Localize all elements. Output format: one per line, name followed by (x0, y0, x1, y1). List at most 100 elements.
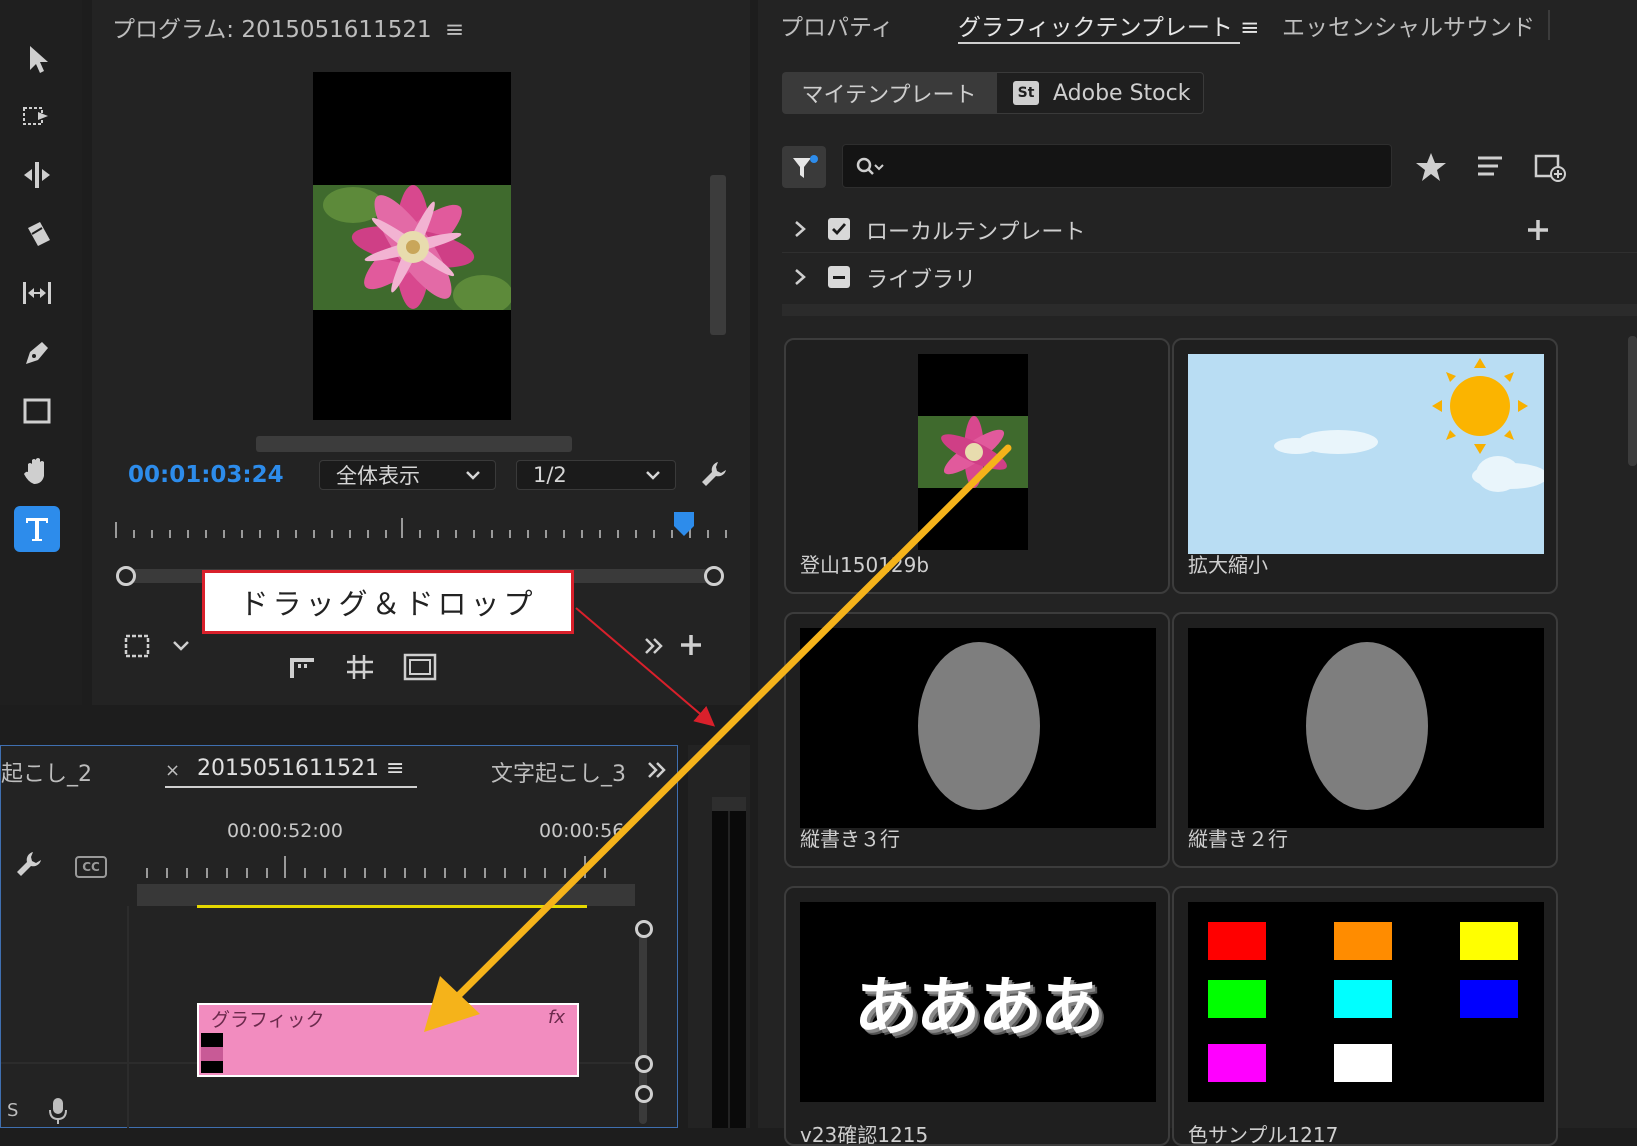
zoom-level-select[interactable]: 全体表示 (319, 460, 496, 490)
pen-tool-icon[interactable] (14, 330, 60, 376)
template-tile[interactable]: ああああ v23確認1215 (784, 886, 1170, 1146)
razor-tool-icon[interactable] (14, 212, 60, 258)
checkbox-checked[interactable] (828, 218, 850, 240)
chevron-right-icon[interactable] (790, 266, 810, 288)
more-tabs-icon[interactable] (645, 758, 669, 782)
oval-shape (918, 642, 1040, 810)
panel-menu-icon[interactable]: ≡ (445, 17, 464, 43)
adobe-stock-icon: St (1013, 81, 1039, 105)
template-tile[interactable]: 縦書き３行 (784, 612, 1170, 868)
color-swatch (1208, 980, 1266, 1018)
track-header-divider (127, 906, 129, 1128)
audio-meters-panel (688, 745, 750, 1128)
monitor-time-ruler[interactable] (112, 510, 732, 544)
track-select-tool-icon[interactable] (14, 94, 60, 140)
star-icon[interactable] (1414, 150, 1448, 184)
adobe-stock-toggle[interactable]: St Adobe Stock (996, 72, 1204, 114)
hand-tool-icon[interactable] (14, 448, 60, 494)
tab-properties[interactable]: プロパティ (780, 8, 894, 42)
grid-guides-icon[interactable] (344, 652, 376, 682)
funnel-icon (793, 155, 818, 178)
ripple-edit-tool-icon[interactable] (14, 152, 60, 198)
search-input[interactable] (842, 144, 1392, 188)
list-view-icon[interactable] (1474, 152, 1506, 182)
type-tool-icon[interactable] (14, 506, 60, 552)
close-tab-icon[interactable]: × (165, 760, 180, 781)
folder-row-library[interactable]: ライブラリ (782, 254, 1637, 300)
program-video-frame[interactable] (313, 72, 511, 420)
template-tile[interactable]: 拡大縮小 (1172, 338, 1558, 594)
work-area-bar[interactable] (137, 884, 635, 906)
folder-label: ライブラリ (866, 268, 977, 293)
templates-scrollbar[interactable] (1628, 336, 1637, 466)
timeline-panel: 起こし_2 × 2015051611521 ≡ 文字起こし_3 00:00:52… (0, 745, 678, 1128)
color-swatch (1208, 922, 1266, 960)
tab-sequence-left[interactable]: 起こし_2 (1, 756, 92, 788)
template-thumbnail (1188, 902, 1544, 1102)
settings-wrench-icon[interactable] (698, 458, 730, 490)
scroll-handle-top[interactable] (635, 920, 653, 938)
template-label: v23確認1215 (800, 1123, 929, 1146)
zoom-bar-right-handle[interactable] (704, 566, 724, 586)
rectangle-tool-icon[interactable] (14, 388, 60, 434)
playhead-timecode[interactable]: 00:01:03:24 (128, 462, 284, 488)
template-thumbnail (918, 354, 1028, 550)
template-label: 拡大縮小 (1188, 553, 1268, 577)
checkbox-indeterminate[interactable] (828, 266, 850, 288)
tab-sequence-right[interactable]: 文字起こし_3 (491, 756, 631, 788)
tab-sequence-active[interactable]: 2015051611521 ≡ (197, 756, 404, 781)
more-buttons-icon[interactable] (642, 634, 666, 658)
folder-row-local[interactable]: ローカルテンプレート (782, 206, 1637, 253)
flower-image (313, 185, 511, 310)
chevron-right-icon[interactable] (790, 218, 810, 240)
audio-meter-right (730, 797, 746, 1128)
my-templates-toggle[interactable]: マイテンプレート (782, 72, 996, 114)
new-bin-icon[interactable] (1532, 150, 1566, 184)
export-frame-icon[interactable] (402, 652, 438, 682)
template-label: 色サンプル1217 (1188, 1123, 1339, 1146)
clip-thumbnail (201, 1033, 223, 1073)
drag-drop-callout: ドラッグ＆ドロップ (202, 570, 574, 634)
selection-tool-icon[interactable] (14, 36, 60, 82)
captions-cc-icon[interactable]: CC (75, 856, 107, 878)
ruler-timecode: 00:00:52:00 (227, 820, 343, 842)
color-swatch (1334, 1044, 1392, 1082)
template-tile[interactable]: 登山150129b (784, 338, 1170, 594)
fx-badge[interactable]: fx (548, 1007, 565, 1028)
tab-essential-sound[interactable]: エッセンシャルサウンド (1282, 8, 1535, 42)
active-tab-underline (958, 42, 1240, 44)
color-swatch (1460, 980, 1518, 1018)
template-label: 縦書き３行 (800, 827, 900, 851)
filter-button[interactable] (782, 146, 826, 188)
section-divider (782, 304, 1637, 316)
scroll-handle-bottom[interactable] (635, 1085, 653, 1103)
safe-margins-icon[interactable] (122, 632, 152, 660)
button-editor-plus-icon[interactable] (678, 632, 704, 658)
template-tile[interactable]: 色サンプル1217 (1172, 886, 1558, 1146)
zoom-bar-left-handle[interactable] (116, 566, 136, 586)
timeline-time-ruler[interactable] (137, 852, 633, 882)
slip-tool-icon[interactable] (14, 270, 60, 316)
scroll-handle-mid[interactable] (635, 1055, 653, 1073)
monitor-horizontal-scrollbar[interactable] (256, 436, 572, 452)
lift-icon[interactable] (286, 652, 318, 682)
search-field[interactable] (891, 151, 1375, 181)
add-folder-plus-icon[interactable] (1526, 218, 1550, 242)
template-thumbnail (800, 628, 1156, 828)
timeline-settings-wrench-icon[interactable] (13, 848, 45, 880)
microphone-icon[interactable] (47, 1096, 69, 1126)
search-icon (856, 157, 884, 175)
monitor-vertical-scrollbar[interactable] (710, 175, 726, 335)
color-swatch (1460, 922, 1518, 960)
chevron-down-icon (646, 471, 660, 480)
oval-shape (1306, 642, 1428, 810)
track-label: S (7, 1100, 19, 1121)
chevron-down-icon[interactable] (170, 634, 192, 656)
template-tile[interactable]: 縦書き２行 (1172, 612, 1558, 868)
panel-menu-icon[interactable]: ≡ (1240, 15, 1259, 41)
tab-graphics-templates[interactable]: グラフィックテンプレート ≡ (958, 8, 1259, 42)
panel-menu-icon[interactable]: ≡ (386, 756, 404, 781)
ruler-timecode: 00:00:56 (539, 820, 625, 842)
playback-resolution-select[interactable]: 1/2 (516, 460, 676, 490)
graphic-clip[interactable]: グラフィック fx (197, 1003, 579, 1077)
